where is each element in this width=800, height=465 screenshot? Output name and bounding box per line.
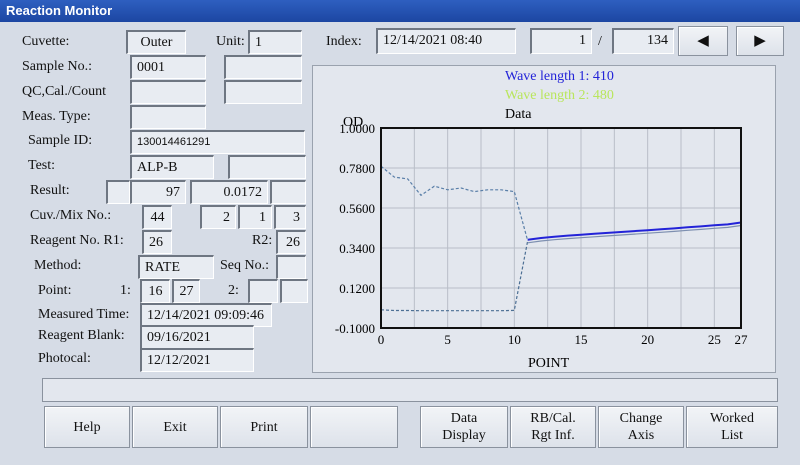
- triangle-right-icon: ▶: [754, 32, 766, 49]
- series-line-3: [527, 221, 742, 241]
- prev-record-button[interactable]: ◀: [678, 26, 728, 56]
- x-axis-label: POINT: [528, 356, 570, 371]
- x-tick-label: 0: [378, 332, 385, 347]
- series-line-1: [380, 165, 529, 241]
- result-extra-field: [270, 180, 306, 204]
- y-tick-label: -0.1000: [335, 321, 375, 336]
- result-od-field: 0.0172: [190, 180, 268, 204]
- qc-count-field: [130, 80, 206, 104]
- reagent-r1-field: 26: [142, 230, 172, 254]
- meas-type-field: [130, 105, 206, 129]
- method-field: RATE: [138, 255, 214, 279]
- result-flag-field: [106, 180, 130, 204]
- chart-series: [380, 165, 742, 312]
- x-tick-label: 10: [508, 332, 521, 347]
- index-separator: /: [598, 34, 602, 49]
- mix-a-field: 2: [200, 205, 236, 229]
- result-label: Result:: [30, 183, 70, 198]
- worked-list-button[interactable]: Worked List: [686, 406, 778, 448]
- reagent-r1-label: Reagent No. R1:: [30, 233, 124, 248]
- test-extra-field: [228, 155, 306, 179]
- x-tick-label: 15: [575, 332, 588, 347]
- legend-data: Data: [505, 107, 532, 122]
- qc-count-label: QC,Cal./Count: [22, 84, 107, 99]
- legend-wave-length-2: Wave length 2: 480: [505, 88, 614, 103]
- sample-id-field: 130014461291: [130, 130, 305, 154]
- window-title: Reaction Monitor: [0, 0, 800, 22]
- rb-cal-rgt-inf-button[interactable]: RB/Cal. Rgt Inf.: [510, 406, 596, 448]
- index-total-field: 134: [612, 28, 674, 54]
- seq-no-label: Seq No.:: [220, 258, 269, 273]
- reaction-chart: Wave length 1: 410 Wave length 2: 480 Da…: [335, 69, 748, 371]
- point-1-label: 1:: [120, 283, 131, 298]
- cuvette-label: Cuvette:: [22, 34, 70, 49]
- point-2-label: 2:: [228, 283, 239, 298]
- photocal-label: Photocal:: [38, 351, 91, 366]
- y-tick-label: 1.0000: [339, 121, 375, 136]
- exit-button[interactable]: Exit: [132, 406, 218, 448]
- method-label: Method:: [34, 258, 82, 273]
- help-button[interactable]: Help: [44, 406, 130, 448]
- next-record-button[interactable]: ▶: [736, 26, 784, 56]
- point-2-end-field: [280, 279, 308, 303]
- x-tick-label: 27: [735, 332, 749, 347]
- triangle-left-icon: ◀: [697, 32, 709, 49]
- mix-b-field: 1: [238, 205, 272, 229]
- point-2-start-field: [248, 279, 278, 303]
- reagent-r2-label: R2:: [252, 233, 273, 248]
- y-tick-label: 0.3400: [339, 241, 375, 256]
- measured-time-label: Measured Time:: [38, 307, 130, 322]
- measured-time-field: 12/14/2021 09:09:46: [140, 303, 272, 327]
- qc-extra-field: [224, 80, 302, 104]
- point-1-end-field: 27: [172, 279, 200, 303]
- index-datetime-field: 12/14/2021 08:40: [376, 28, 516, 54]
- cuv-no-field: 44: [142, 205, 172, 229]
- status-bar: [42, 378, 778, 402]
- index-current-field: 1: [530, 28, 592, 54]
- test-field: ALP-B: [130, 155, 214, 179]
- change-axis-button[interactable]: Change Axis: [598, 406, 684, 448]
- cuvette-field: Outer: [126, 30, 186, 54]
- y-tick-label: 0.7800: [339, 161, 375, 176]
- point-1-start-field: 16: [140, 279, 170, 303]
- data-display-button[interactable]: Data Display: [420, 406, 508, 448]
- reagent-blank-label: Reagent Blank:: [38, 328, 125, 343]
- series-line-2: [380, 240, 529, 312]
- legend-wave-length-1: Wave length 1: 410: [505, 69, 614, 84]
- print-button[interactable]: Print: [220, 406, 308, 448]
- mix-c-field: 3: [274, 205, 306, 229]
- y-tick-label: 0.5600: [339, 201, 375, 216]
- reaction-chart-panel: Wave length 1: 410 Wave length 2: 480 Da…: [312, 65, 776, 373]
- index-label: Index:: [326, 34, 362, 49]
- series-line-3-lower: [527, 224, 742, 244]
- test-label: Test:: [28, 158, 56, 173]
- unit-field: 1: [248, 30, 302, 54]
- sample-no-field: 0001: [130, 55, 206, 79]
- point-label: Point:: [38, 283, 72, 298]
- sample-no-extra-field: [224, 55, 302, 79]
- result-value-field: 97: [130, 180, 186, 204]
- reagent-r2-field: 26: [276, 230, 306, 254]
- sample-no-label: Sample No.:: [22, 59, 92, 74]
- blank-button[interactable]: [310, 406, 398, 448]
- chart-ticks: 1.0000 0.7800 0.5600 0.3400 0.1200 -0.10000 5 1…: [335, 121, 748, 347]
- photocal-field: 12/12/2021: [140, 348, 254, 372]
- reagent-blank-field: 09/16/2021: [140, 325, 254, 349]
- y-tick-label: 0.1200: [339, 281, 375, 296]
- x-tick-label: 20: [641, 332, 654, 347]
- seq-no-field: [276, 255, 306, 279]
- sample-id-label: Sample ID:: [28, 133, 93, 148]
- meas-type-label: Meas. Type:: [22, 109, 91, 124]
- cuv-mix-label: Cuv./Mix No.:: [30, 208, 112, 223]
- x-tick-label: 25: [708, 332, 721, 347]
- unit-label: Unit:: [216, 34, 245, 49]
- x-tick-label: 5: [444, 332, 451, 347]
